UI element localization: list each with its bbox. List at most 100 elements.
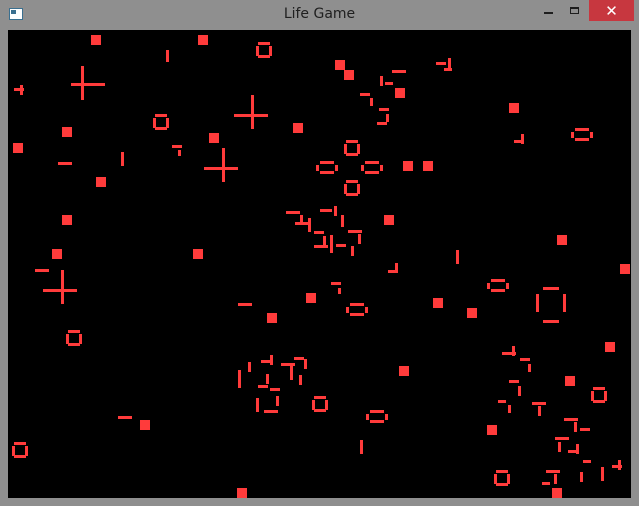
live-cell-99 [491,289,505,292]
live-cell-98 [506,283,509,289]
live-cell-12 [423,161,433,171]
live-cell-102 [590,132,593,138]
live-cell-40 [71,83,105,86]
live-cell-125 [336,244,346,247]
live-cell-116 [314,231,324,234]
live-cell-17 [193,249,203,259]
maximize-button[interactable] [561,0,587,21]
live-cell-72 [14,442,26,445]
live-cell-9 [509,103,519,113]
live-cell-30 [166,50,169,62]
live-cell-3 [344,70,354,80]
live-cell-171 [178,150,181,156]
live-cell-155 [555,437,569,440]
live-cell-143 [512,346,515,356]
live-cell-135 [304,359,307,369]
live-cell-112 [286,211,300,214]
live-cell-41 [81,66,84,100]
live-cell-111 [563,294,566,312]
live-cell-127 [238,370,241,388]
minimize-button[interactable] [535,0,561,21]
live-cell-66 [79,334,82,344]
live-cell-166 [331,282,341,285]
live-cell-90 [380,165,383,171]
live-cell-133 [299,375,302,385]
live-cell-184 [386,114,389,122]
live-cell-13 [62,215,72,225]
live-cell-64 [68,330,80,333]
live-cell-52 [155,114,167,117]
live-cell-35 [238,303,252,306]
live-cell-45 [222,148,225,182]
live-cell-123 [358,234,361,244]
live-cell-51 [258,55,270,58]
live-cell-4 [395,88,405,98]
live-cell-27 [487,425,497,435]
live-cell-85 [316,165,319,171]
live-cell-163 [580,472,583,482]
live-cell-58 [357,144,360,154]
live-cell-129 [261,360,271,363]
live-cell-70 [325,400,328,410]
title-bar[interactable]: Life Game ✕ [0,0,639,30]
live-cell-161 [554,474,557,484]
live-cell-73 [12,446,15,456]
maximize-icon [569,7,579,14]
live-cell-114 [295,222,309,225]
live-cell-29 [552,488,562,498]
live-cell-50 [269,46,272,56]
minimize-icon [543,11,553,14]
live-cell-79 [496,483,508,486]
live-cell-48 [258,42,270,45]
live-cell-0 [91,35,101,45]
live-cell-49 [256,46,259,56]
live-cell-71 [314,409,326,412]
live-cell-43 [251,95,254,129]
live-cell-54 [166,118,169,128]
live-cell-182 [370,98,373,106]
live-cell-120 [334,206,337,216]
close-button[interactable]: ✕ [589,0,634,21]
live-cell-14 [384,215,394,225]
live-cell-81 [591,391,594,401]
live-cell-1 [198,35,208,45]
live-cell-80 [593,387,605,390]
live-cell-28 [237,488,247,498]
live-cell-20 [433,298,443,308]
live-cell-46 [43,289,77,292]
live-cell-105 [366,414,369,420]
live-cell-7 [293,123,303,133]
live-cell-144 [520,358,530,361]
live-cell-185 [377,122,387,125]
live-cell-5 [13,143,23,153]
live-cell-24 [399,366,409,376]
live-cell-147 [518,386,521,396]
live-cell-95 [350,313,364,316]
live-cell-16 [52,249,62,259]
live-cell-121 [341,215,344,227]
live-cell-146 [509,380,519,383]
live-cell-6 [62,127,72,137]
live-cell-92 [350,303,364,306]
live-cell-94 [365,307,368,313]
live-cell-55 [155,127,167,130]
live-cell-122 [348,230,362,233]
live-cell-138 [256,398,259,412]
live-cell-21 [467,308,477,318]
live-cell-10 [96,177,106,187]
live-cell-75 [14,455,26,458]
live-cell-137 [266,374,269,384]
live-cell-108 [543,287,559,290]
live-cell-175 [618,460,621,470]
live-cell-180 [14,88,24,91]
live-cell-61 [344,184,347,194]
live-cell-88 [365,161,379,164]
live-cell-181 [360,93,370,96]
life-board-canvas[interactable] [8,30,631,498]
live-cell-153 [574,422,577,432]
live-cell-60 [346,180,358,183]
live-cell-156 [558,442,561,452]
live-cell-154 [580,428,590,431]
live-cell-32 [58,162,72,165]
live-cell-136 [258,385,268,388]
